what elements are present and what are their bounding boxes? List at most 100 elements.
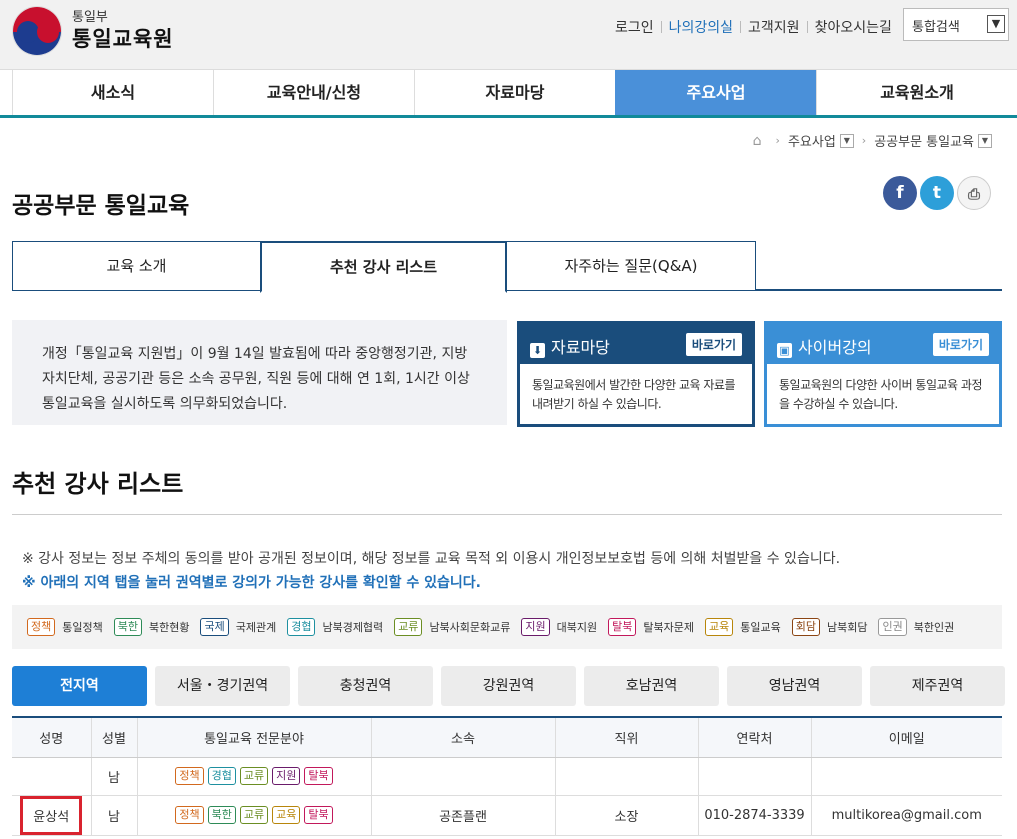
nav-about[interactable]: 교육원소개: [816, 70, 1017, 115]
card-description: 통일교육원의 다양한 사이버 통일교육 과정을 수강하실 수 있습니다.: [779, 378, 982, 411]
column-header: 직위: [554, 716, 698, 758]
card-title: 사이버강의: [798, 338, 872, 357]
region-tab-chungcheong[interactable]: 충청권역: [298, 666, 433, 706]
table-row: 윤상석 남 정책 북한 교류 교육 탈북 공존플랜 소장 010-2874-3339 m…: [12, 795, 1002, 836]
cell-position: [554, 757, 698, 796]
directions-link[interactable]: 찾아오시는길: [808, 17, 899, 37]
dropdown-icon[interactable]: ▼: [839, 133, 854, 148]
cell-position: 소장: [554, 795, 698, 836]
region-tab-gangwon[interactable]: 강원권역: [441, 666, 576, 706]
legend-item: 지원 대북지원: [521, 618, 597, 636]
support-link[interactable]: 고객지원: [741, 17, 807, 37]
table-header-row: 성명 성별 통일교육 전문분야 소속 직위 연락처 이메일: [12, 716, 1002, 758]
dropdown-icon[interactable]: ▼: [978, 133, 992, 148]
legend-label: 북한현황: [148, 621, 190, 634]
cell-gender: 남: [90, 757, 137, 796]
page-title: 공공부문 통일교육: [12, 193, 190, 219]
field-badge: 교류: [239, 806, 269, 824]
card-description: 통일교육원에서 발간한 다양한 교육 자료를 내려받기 하실 수 있습니다.: [532, 378, 735, 411]
column-header: 통일교육 전문분야: [136, 716, 371, 758]
legend-badge: 지원: [521, 618, 550, 636]
print-icon[interactable]: ⎙: [957, 176, 991, 210]
cyber-go-button[interactable]: 바로가기: [932, 333, 989, 356]
legend-item: 북한 북한현황: [113, 618, 190, 636]
legend-label: 통일정책: [62, 621, 103, 634]
ministry-name: 통일부: [72, 10, 108, 25]
legend-item: 교육 통일교육: [705, 618, 781, 636]
cell-org: 공존플랜: [370, 795, 555, 836]
field-badge: 지원: [272, 767, 301, 785]
my-classroom-link[interactable]: 나의강의실: [662, 17, 740, 37]
site-logo[interactable]: 통일부 통일교육원: [12, 6, 174, 56]
region-tab-all[interactable]: 전지역: [12, 666, 147, 706]
share-buttons: f t ⎙: [883, 176, 991, 210]
highlighted-name: 윤상석: [20, 795, 83, 835]
legend-item: 회담 남북회담: [791, 618, 867, 636]
taegeuk-logo-icon: [12, 6, 62, 56]
legend-badge: 인권: [878, 618, 907, 636]
top-header: 통일부 통일교육원 로그인 나의강의실 고객지원 찾아오시는길 통합검색 ▼: [0, 0, 1017, 70]
legend-label: 탈북자문제: [643, 621, 694, 634]
cell-phone: [697, 757, 811, 796]
legend-badge: 북한: [113, 618, 142, 636]
card-title: 자료마당: [551, 338, 610, 357]
cell-phone: 010-2874-3339: [697, 795, 811, 836]
legend-badge: 교육: [705, 618, 734, 636]
cell-gender: 남: [90, 795, 137, 836]
legend-label: 남북경제협력: [322, 621, 384, 634]
lecturer-table: 성명 성별 통일교육 전문분야 소속 직위 연락처 이메일 남 정책 경협 교류 지원…: [12, 716, 1002, 836]
nav-main-projects[interactable]: 주요사업: [615, 70, 816, 115]
twitter-icon[interactable]: t: [920, 176, 954, 210]
column-header: 소속: [370, 716, 555, 758]
download-icon: ⬇: [530, 343, 545, 358]
tab-intro[interactable]: 교육 소개: [12, 241, 261, 291]
legend-item: 경협 남북경제협력: [287, 618, 383, 636]
chevron-right-icon: ›: [775, 134, 780, 147]
region-tab-jeju[interactable]: 제주권역: [870, 666, 1005, 706]
legend-item: 교류 남북사회문화교류: [394, 618, 510, 636]
field-badge: 탈북: [304, 806, 333, 824]
chevron-right-icon: ›: [861, 134, 867, 147]
monitor-icon: ▣: [777, 343, 792, 358]
tab-recommended-lecturers[interactable]: 추천 강사 리스트: [260, 241, 507, 293]
column-header: 연락처: [697, 716, 811, 758]
region-tab-seoul-gyeonggi[interactable]: 서울・경기권역: [155, 666, 290, 706]
breadcrumb-item[interactable]: 주요사업: [788, 131, 836, 150]
field-badge: 교육: [272, 806, 301, 824]
region-tab-yeongnam[interactable]: 영남권역: [727, 666, 862, 706]
nav-news[interactable]: 새소식: [12, 70, 213, 115]
field-legend: 정책 통일정책 북한 북한현황 국제 국제관계 경협 남북경제협력 교류 남북사회문화교류…: [12, 605, 1002, 649]
field-badge: 정책: [175, 806, 204, 824]
resources-card: ⬇ 자료마당 바로가기 통일교육원에서 발간한 다양한 교육 자료를 내려받기 하…: [517, 321, 755, 427]
cell-org: [370, 757, 555, 796]
field-badge: 교류: [239, 767, 269, 785]
cell-email[interactable]: multikorea@gmail.com: [810, 795, 1002, 836]
field-badge: 탈북: [304, 767, 333, 785]
search-select[interactable]: 통합검색 ▼: [903, 8, 1009, 41]
region-tabs: 전지역 서울・경기권역 충청권역 강원권역 호남권역 영남권역 제주권역: [12, 666, 1005, 706]
section-title: 추천 강사 리스트: [12, 470, 184, 498]
login-link[interactable]: 로그인: [608, 17, 661, 37]
legend-badge: 경협: [287, 618, 316, 636]
legend-label: 북한인권: [913, 621, 955, 634]
legend-item: 탈북 탈북자문제: [608, 618, 694, 636]
legend-label: 국제관계: [235, 621, 277, 634]
legend-badge: 회담: [791, 618, 820, 636]
legend-item: 국제 국제관계: [200, 618, 276, 636]
facebook-icon[interactable]: f: [883, 176, 917, 210]
cell-fields: 정책 북한 교류 교육 탈북: [136, 795, 371, 836]
column-header: 성명: [12, 716, 91, 758]
field-badge: 정책: [175, 767, 204, 785]
region-notice: ※ 아래의 지역 탭을 눌러 권역별로 강의가 가능한 강사를 확인할 수 있습…: [22, 575, 481, 591]
divider: [12, 514, 1002, 515]
resources-go-button[interactable]: 바로가기: [685, 333, 742, 356]
column-header: 성별: [90, 716, 137, 758]
nav-resources[interactable]: 자료마당: [414, 70, 615, 115]
home-icon[interactable]: ⌂: [753, 133, 762, 149]
nav-education[interactable]: 교육안내/신청: [213, 70, 414, 115]
breadcrumb-item[interactable]: 공공부문 통일교육: [874, 131, 974, 150]
legend-item: 정책 통일정책: [27, 618, 103, 636]
tab-faq[interactable]: 자주하는 질문(Q&A): [506, 241, 756, 291]
search-select-value: 통합검색: [912, 20, 960, 35]
region-tab-honam[interactable]: 호남권역: [584, 666, 719, 706]
